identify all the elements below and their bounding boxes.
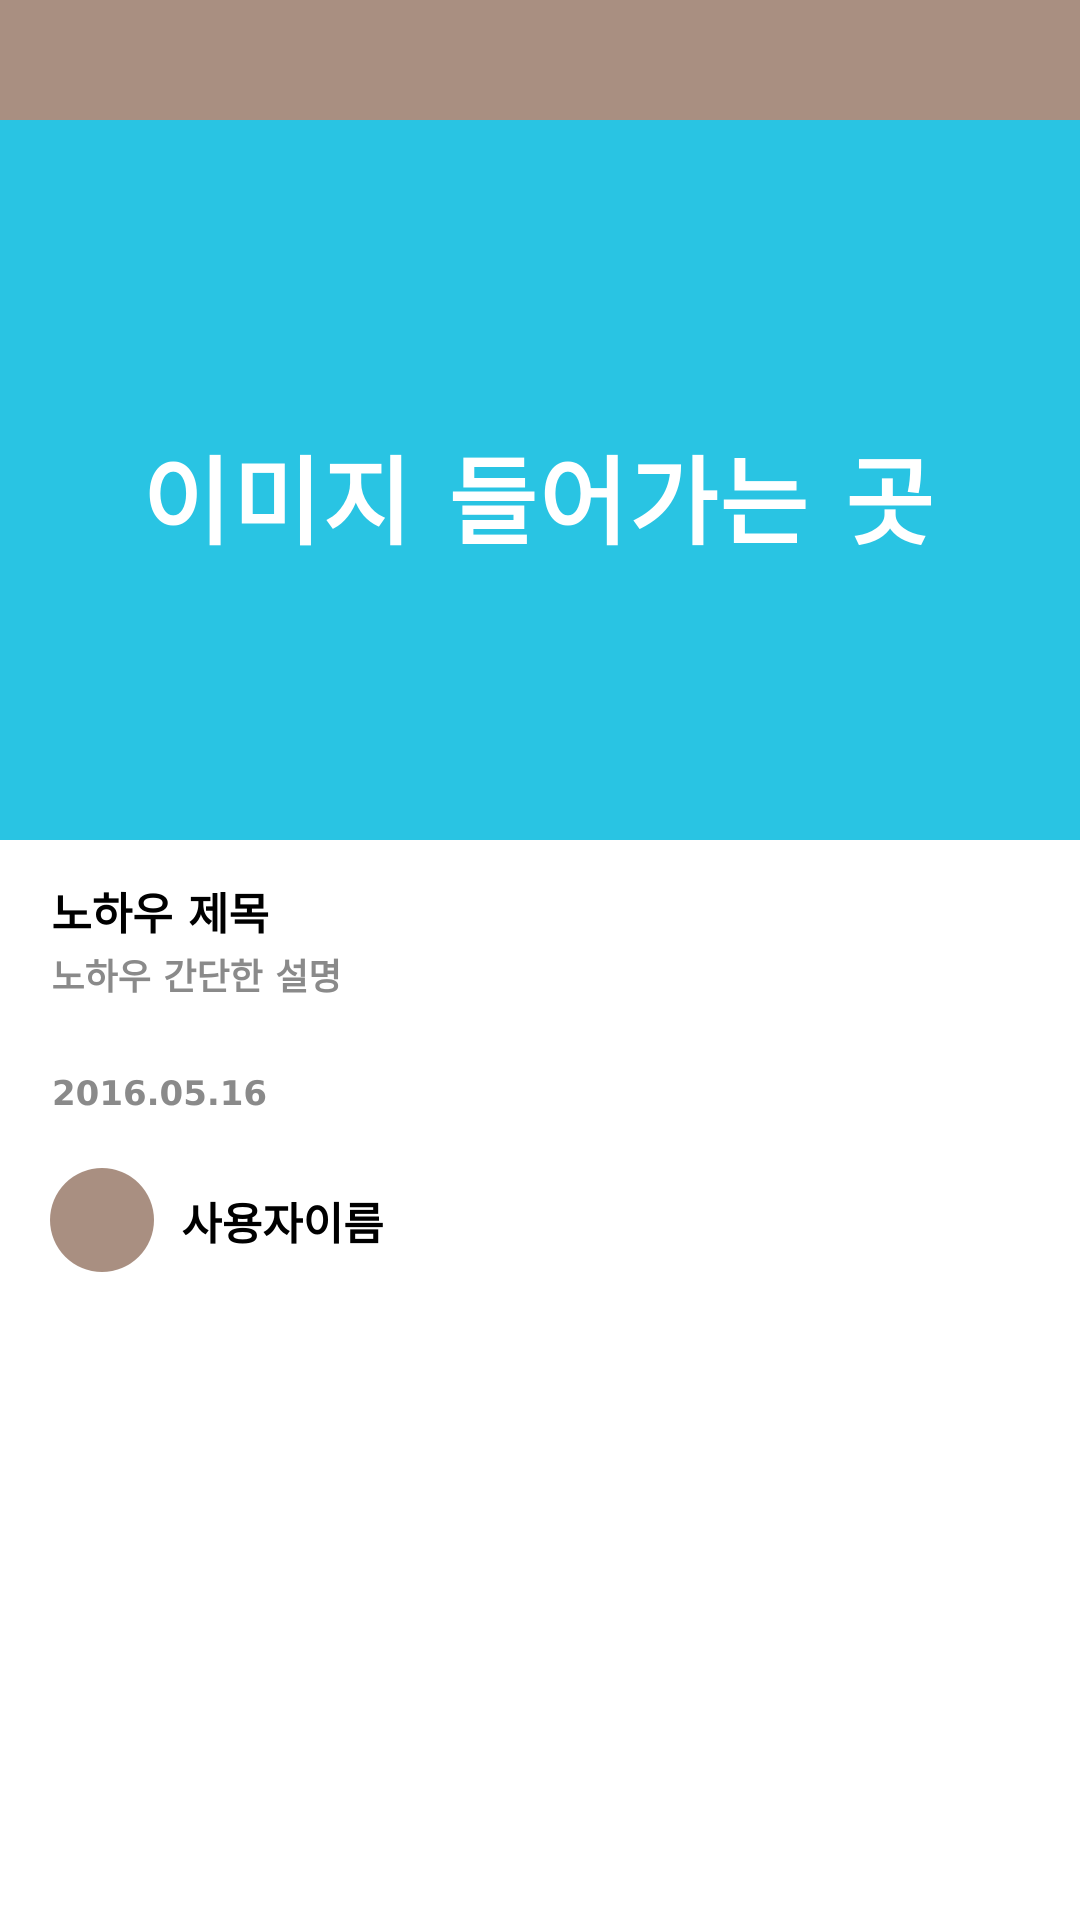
top-bar	[0, 0, 1080, 120]
hero-image-placeholder-text: 이미지 들어가는 곳	[143, 446, 937, 559]
post-description: 노하우 간단한 설명	[52, 957, 343, 998]
author-name[interactable]: 사용자이름	[182, 1188, 384, 1252]
post-date: 2016.05.16	[52, 1074, 268, 1114]
author-row[interactable]: 사용자이름	[50, 1168, 384, 1272]
post-title: 노하우 제목	[52, 889, 270, 940]
hero-image[interactable]: 이미지 들어가는 곳	[0, 120, 1080, 840]
avatar[interactable]	[50, 1168, 154, 1272]
